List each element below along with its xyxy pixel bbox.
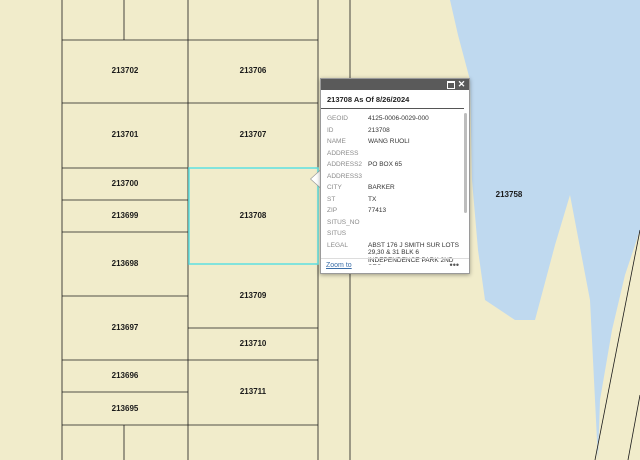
popup-footer: Zoom to ••• bbox=[321, 258, 469, 273]
parcel-label: 213707 bbox=[240, 130, 267, 139]
attribute-key: SITUS bbox=[327, 230, 347, 237]
popup-title: 213708 As Of 8/26/2024 bbox=[321, 90, 464, 109]
parcel-label: 213702 bbox=[112, 66, 139, 75]
parcel-label: 213758 bbox=[496, 190, 523, 199]
parcel-label: 213708 bbox=[240, 211, 267, 220]
popup-titlebar: ✕ bbox=[321, 79, 469, 90]
attribute-value: 213708 bbox=[368, 126, 390, 134]
attribute-key: NAME bbox=[327, 138, 346, 145]
attribute-key: ADDRESS2 bbox=[327, 161, 363, 168]
parcel-label: 213701 bbox=[112, 130, 139, 139]
attribute-key: ID bbox=[327, 126, 334, 134]
attribute-key: ZIP bbox=[327, 207, 338, 214]
parcel-label: 213711 bbox=[240, 387, 267, 396]
attribute-row: SITUS bbox=[327, 228, 459, 240]
attribute-value: TX bbox=[368, 195, 377, 203]
more-options-icon[interactable]: ••• bbox=[450, 260, 459, 270]
parcel-label: 213700 bbox=[112, 179, 139, 188]
parcel-label: 213706 bbox=[240, 66, 267, 75]
parcel-label: 213698 bbox=[112, 259, 139, 268]
close-icon[interactable]: ✕ bbox=[457, 80, 466, 89]
attribute-key: GEOID bbox=[327, 115, 348, 122]
attribute-value: WANG RUOLI bbox=[368, 138, 410, 145]
attribute-row: ADDRESS2 PO BOX 65 bbox=[327, 159, 459, 171]
attribute-row: ADDRESS bbox=[327, 148, 459, 160]
popup-scrollbar[interactable] bbox=[464, 113, 467, 213]
parcel-label: 213697 bbox=[112, 323, 139, 332]
attribute-row: SITUS_NO bbox=[327, 217, 459, 229]
attribute-row: GEOID 4125-0006-0029-000 bbox=[327, 113, 459, 125]
attribute-row: ID 213708 bbox=[327, 125, 459, 137]
attribute-key: CITY bbox=[327, 184, 342, 191]
zoom-to-link[interactable]: Zoom to bbox=[326, 262, 352, 269]
parcel-label: 213695 bbox=[112, 404, 139, 413]
attribute-row: ZIP 77413 bbox=[327, 205, 459, 217]
attribute-key: ADDRESS3 bbox=[327, 172, 363, 180]
parcel-label: 213710 bbox=[240, 339, 267, 348]
attribute-row: CITY BARKER bbox=[327, 182, 459, 194]
attribute-row: ADDRESS3 bbox=[327, 171, 459, 183]
parcel-label: 213696 bbox=[112, 371, 139, 380]
attribute-key: ADDRESS bbox=[327, 149, 359, 157]
popup-attributes[interactable]: GEOID 4125-0006-0029-000 ID 213708 NAME WANG … bbox=[321, 109, 469, 265]
attribute-key: SITUS_NO bbox=[327, 218, 360, 226]
parcel-label: 213709 bbox=[240, 291, 267, 300]
attribute-key: ST bbox=[327, 195, 336, 203]
attribute-row: ST TX bbox=[327, 194, 459, 206]
attribute-value: BARKER bbox=[368, 184, 395, 191]
maximize-icon[interactable] bbox=[446, 80, 455, 89]
attribute-value: 4125-0006-0029-000 bbox=[368, 115, 429, 122]
attribute-row: NAME WANG RUOLI bbox=[327, 136, 459, 148]
parcel-label: 213699 bbox=[112, 211, 139, 220]
feature-popup[interactable]: ✕ 213708 As Of 8/26/2024 GEOID 4125-0006-… bbox=[320, 78, 470, 274]
attribute-value: 77413 bbox=[368, 207, 387, 214]
attribute-value: PO BOX 65 bbox=[368, 161, 402, 168]
